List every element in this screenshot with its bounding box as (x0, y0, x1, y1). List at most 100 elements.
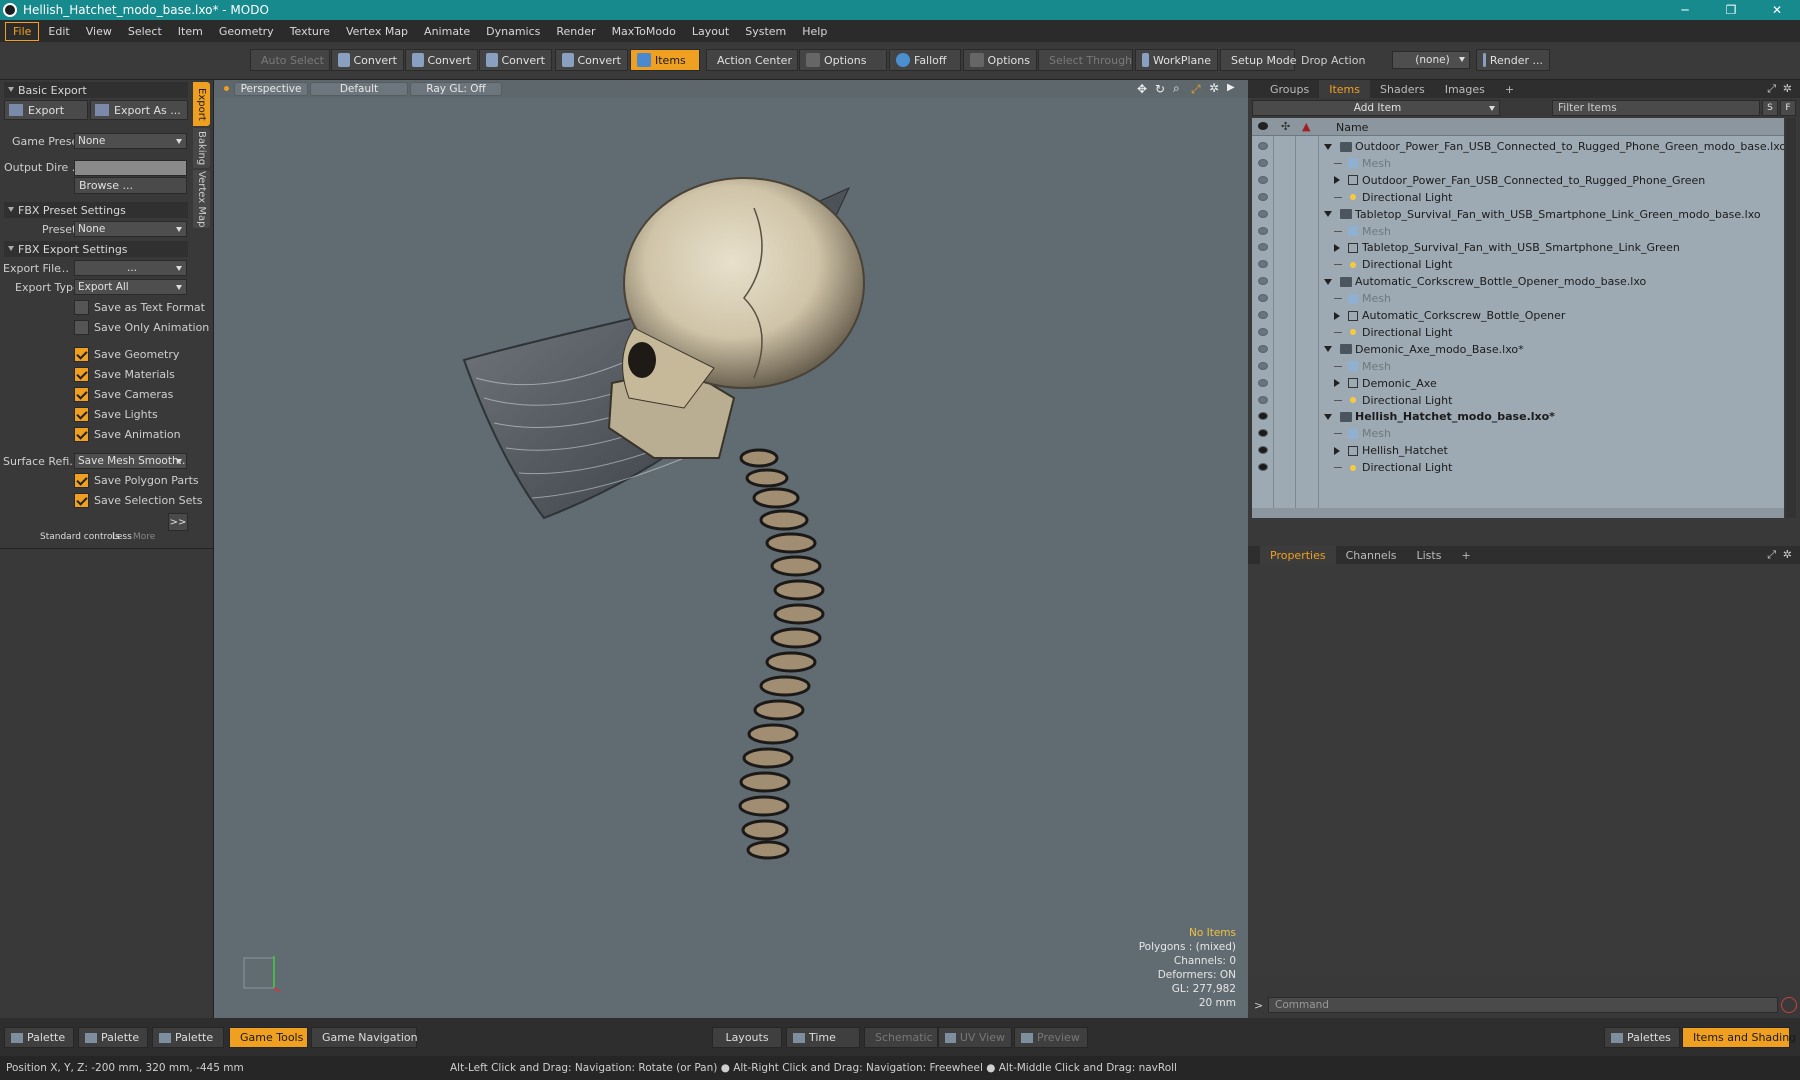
convert-button-3[interactable]: Convert (479, 49, 552, 71)
save-animation-checkbox[interactable] (74, 427, 89, 442)
export-type-dropdown[interactable]: Export All (74, 279, 187, 295)
select-through-button[interactable]: Select Through (1038, 49, 1133, 71)
visibility-eye-icon[interactable] (1258, 395, 1268, 404)
export-button[interactable]: Export (4, 100, 88, 120)
visibility-eye-icon[interactable] (1258, 142, 1268, 150)
visibility-eye-icon[interactable] (1258, 412, 1268, 421)
item-row[interactable]: Tabletop_Survival_Fan_with_USB_Smartphon… (1252, 239, 1784, 256)
drop-action-dropdown[interactable]: (none) (1392, 51, 1470, 69)
convert-button-1[interactable]: Convert (331, 49, 404, 71)
tab-images[interactable]: Images (1435, 80, 1495, 98)
collapse-arrow-icon[interactable] (1324, 143, 1332, 150)
perspective-button[interactable]: Perspective (234, 82, 308, 96)
visibility-eye-icon[interactable] (1258, 209, 1268, 218)
export-as-button[interactable]: Export As ... (90, 100, 188, 120)
visibility-eye-icon[interactable] (1258, 311, 1268, 319)
menu-render[interactable]: Render (549, 23, 602, 40)
items-and-shading-button[interactable]: Items and Shading (1682, 1027, 1796, 1048)
properties-expand-icon[interactable]: ⤢ (1767, 548, 1776, 562)
item-row[interactable]: Demonic_Axe (1252, 375, 1784, 392)
options-button-2[interactable]: Options (963, 49, 1037, 71)
close-button[interactable]: ✕ (1754, 0, 1800, 20)
viewport-expand-arrow-icon[interactable]: ▶ (1227, 82, 1235, 93)
vertical-scrollbar[interactable] (1786, 118, 1796, 518)
visibility-eye-icon[interactable] (1258, 378, 1268, 387)
visibility-eye-icon[interactable] (1258, 361, 1268, 370)
item-row[interactable]: Hellish_Hatchet (1252, 442, 1784, 459)
visibility-eye-icon[interactable] (1258, 327, 1268, 336)
item-row[interactable]: Tabletop_Survival_Fan_with_USB_Smartphon… (1252, 206, 1784, 223)
visibility-eye-icon[interactable] (1258, 446, 1268, 455)
collapse-arrow-icon[interactable] (1324, 211, 1332, 218)
save-polygon-parts-checkbox[interactable] (74, 473, 89, 488)
tree-branch-icon[interactable] (1334, 433, 1342, 435)
workplane-button[interactable]: WorkPlane (1135, 49, 1218, 71)
tree-branch-icon[interactable] (1334, 399, 1342, 401)
menu-texture[interactable]: Texture (283, 23, 337, 40)
visibility-eye-icon[interactable] (1258, 243, 1268, 252)
save-selection-sets-checkbox[interactable] (74, 493, 89, 508)
basic-export-section[interactable]: Basic Export (4, 82, 188, 98)
browse-button[interactable]: Browse ... (74, 177, 187, 194)
tab-export[interactable]: Export (193, 82, 210, 126)
tab-vertex-map[interactable]: Vertex Map (193, 170, 210, 228)
visibility-eye-icon[interactable] (1258, 158, 1268, 167)
item-row[interactable]: Hellish_Hatchet_modo_base.lxo* (1252, 408, 1784, 425)
fbx-export-settings-section[interactable]: FBX Export Settings (4, 241, 188, 257)
game-tools-button[interactable]: Game Tools (229, 1027, 308, 1048)
auto-select-button[interactable]: Auto Select (250, 49, 330, 71)
menu-select[interactable]: Select (121, 23, 169, 40)
falloff-button[interactable]: Falloff (889, 49, 961, 71)
expand-arrow-icon[interactable] (1334, 176, 1340, 185)
tree-branch-icon[interactable] (1334, 196, 1342, 198)
item-row[interactable]: Mesh (1252, 290, 1784, 307)
name-column-header[interactable]: Name (1336, 121, 1368, 134)
3d-viewport[interactable]: Perspective Default Ray GL: Off ✥ ↻ ⌕ ⤢ … (214, 80, 1248, 1018)
visibility-eye-icon[interactable] (1258, 429, 1268, 438)
filter-f-button[interactable]: F (1780, 100, 1796, 116)
zoom-icon[interactable]: ⌕ (1173, 81, 1180, 96)
palette-button-3[interactable]: Palette (152, 1027, 224, 1048)
tab-items[interactable]: Items (1319, 80, 1371, 98)
tree-branch-icon[interactable] (1334, 331, 1342, 333)
palette-button-1[interactable]: Palette (4, 1027, 74, 1048)
fit-icon[interactable]: ⤢ (1191, 82, 1201, 97)
filter-s-button[interactable]: S (1762, 100, 1778, 116)
item-row[interactable]: Demonic_Axe_modo_Base.lxo* (1252, 341, 1784, 358)
horizontal-scrollbar[interactable] (1252, 508, 1784, 518)
collapse-arrow-icon[interactable] (1324, 278, 1332, 285)
expand-arrow-icon[interactable] (1334, 379, 1340, 388)
color-column-icon[interactable]: ▲ (1302, 120, 1310, 133)
visibility-eye-icon[interactable] (1258, 192, 1268, 201)
menu-help[interactable]: Help (795, 23, 834, 40)
fbx-preset-settings-section[interactable]: FBX Preset Settings (4, 202, 188, 218)
tree-branch-icon[interactable] (1334, 230, 1342, 232)
options-button-1[interactable]: Options (799, 49, 887, 71)
layouts-button[interactable]: Layouts (712, 1027, 782, 1048)
expand-arrow-icon[interactable] (1334, 243, 1340, 252)
game-navigation-button[interactable]: Game Navigation (311, 1027, 418, 1048)
menu-animate[interactable]: Animate (417, 23, 477, 40)
panel-settings-gear-icon[interactable]: ✲ (1783, 82, 1792, 95)
shading-default-button[interactable]: Default (310, 82, 408, 96)
collapse-arrow-icon[interactable] (1324, 346, 1332, 353)
palettes-button[interactable]: Palettes (1604, 1027, 1680, 1048)
action-center-button[interactable]: Action Center (706, 49, 798, 71)
viewport-menu-dot-icon[interactable] (224, 86, 229, 91)
visibility-eye-icon[interactable] (1258, 294, 1268, 303)
more-link[interactable]: More (133, 532, 155, 542)
menu-maxtomodo[interactable]: MaxToModo (605, 23, 683, 40)
item-row[interactable]: Mesh (1252, 223, 1784, 240)
preset-dropdown[interactable]: None (74, 221, 187, 237)
lock-column-icon[interactable]: ✣ (1281, 120, 1290, 133)
convert-button-4[interactable]: Convert (555, 49, 628, 71)
command-input[interactable]: Command (1268, 997, 1778, 1013)
save-lights-checkbox[interactable] (74, 407, 89, 422)
menu-edit[interactable]: Edit (41, 23, 76, 40)
tree-branch-icon[interactable] (1334, 365, 1342, 367)
expand-arrow-icon[interactable] (1334, 446, 1340, 455)
add-item-dropdown[interactable]: Add Item (1252, 100, 1500, 116)
properties-settings-gear-icon[interactable]: ✲ (1783, 548, 1792, 561)
render-button[interactable]: Render ... (1476, 49, 1550, 71)
menu-layout[interactable]: Layout (685, 23, 736, 40)
